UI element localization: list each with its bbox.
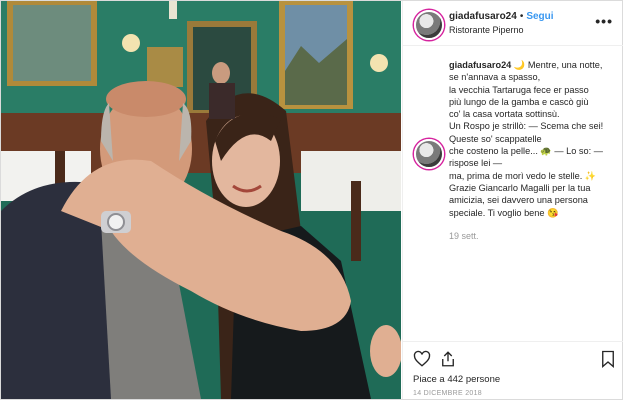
separator-dot: • [519,11,524,22]
post-header: giadafusaro24 • Segui Ristorante Piperno •… [403,1,623,46]
more-options-icon[interactable]: ••• [595,13,613,29]
caption-text: giadafusaro24 🌙 Mentre, una notte, se n'… [449,59,621,219]
instagram-post: giadafusaro24 • Segui Ristorante Piperno •… [0,0,623,400]
caption-line: se n'annava a spasso, [449,72,541,83]
caption-line: Un Rospo je strillò: — Scema che sei! [449,121,604,132]
location-link[interactable]: Ristorante Piperno [449,25,524,35]
bookmark-icon[interactable] [599,350,617,368]
caption-line: che costeno la pelle... 🐢 — Lo so: — [449,146,603,157]
post-sidebar: giadafusaro24 • Segui Ristorante Piperno •… [402,1,623,399]
post-date: 14 DICEMBRE 2018 [413,390,482,397]
caption-line: più lungo de la gamba e cascò giù [449,96,589,107]
follow-button[interactable]: Segui [526,11,553,22]
post-photo[interactable] [1,1,401,399]
caption-line: speciale. Ti voglio bene 😘 [449,207,559,218]
avatar[interactable] [414,10,444,40]
caption-line: ma, prima de morì vedo le stelle. ✨ [449,170,597,181]
moon-emoji: 🌙 [513,60,526,70]
caption-line: rispose lei — [449,158,503,169]
caption-line: Grazie Giancarlo Magalli per la tua [449,182,591,193]
likes-count[interactable]: Piace a 442 persone [413,374,500,385]
caption-avatar[interactable] [414,139,444,169]
caption-line: amicizia, sei davvero una persona [449,195,588,206]
actions-bar: Piace a 442 persone 14 DICEMBRE 2018 [403,341,623,400]
share-icon[interactable] [439,350,457,368]
caption-line: la vecchia Tartaruga fece er passo [449,84,589,95]
photo-illustration [1,1,401,399]
caption-section: giadafusaro24 🌙 Mentre, una notte, se n'… [403,45,623,335]
caption-line: Queste so' scappatelle [449,133,542,144]
username-link[interactable]: giadafusaro24 [449,11,517,22]
caption-line: co' la casa vortata sottinsù. [449,109,560,120]
caption-username[interactable]: giadafusaro24 [449,60,511,70]
caption-line: Mentre, una notte, [527,60,603,70]
heart-icon[interactable] [413,350,431,368]
header-username-row: giadafusaro24 • Segui [449,11,554,22]
time-ago[interactable]: 19 sett. [449,231,479,241]
